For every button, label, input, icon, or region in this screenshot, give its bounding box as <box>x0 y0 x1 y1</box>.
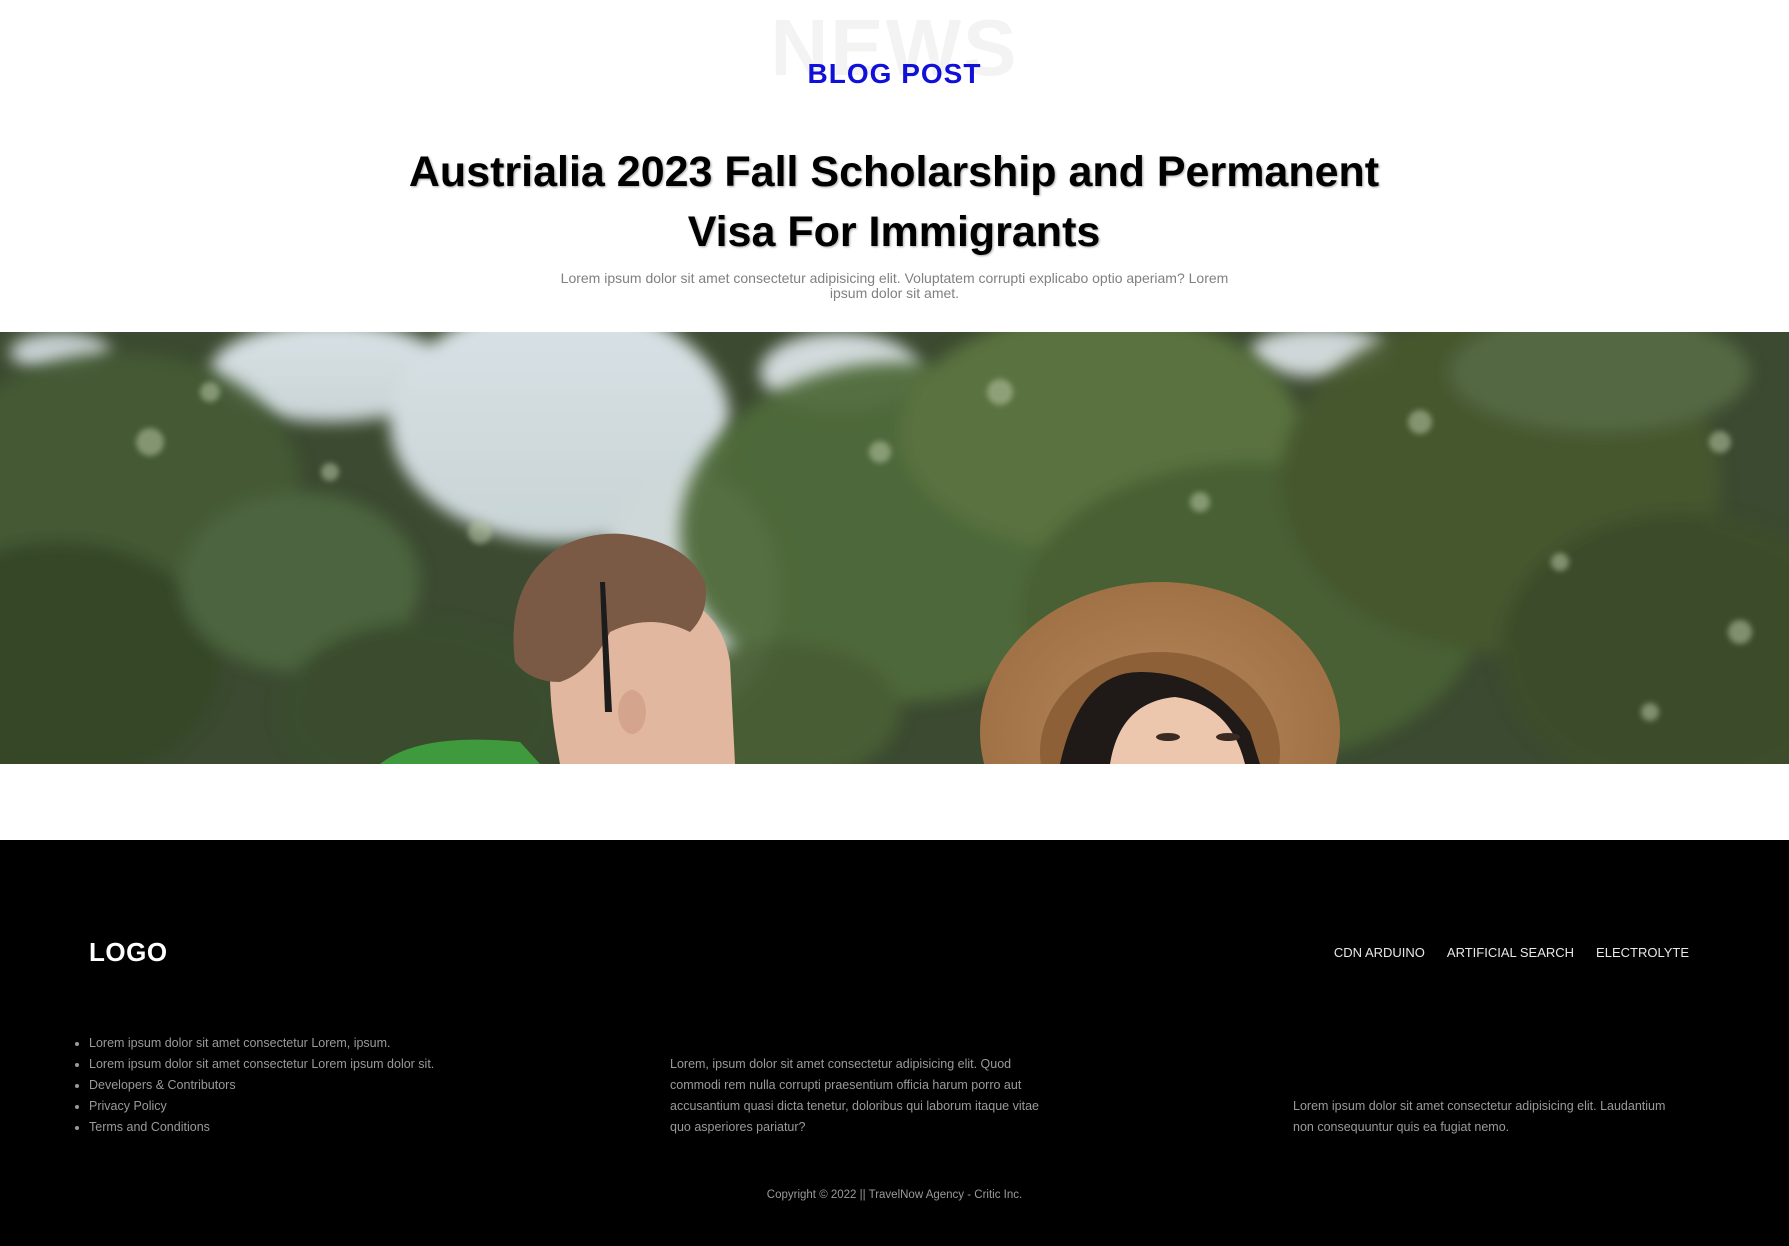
footer-logo[interactable]: LOGO <box>89 937 168 968</box>
list-item: Lorem ipsum dolor sit amet consectetur L… <box>89 1054 434 1075</box>
footer-column-text-secondary: Lorem ipsum dolor sit amet consectetur a… <box>1293 1099 1666 1134</box>
post-subtitle: Lorem ipsum dolor sit amet consectetur a… <box>560 270 1229 301</box>
footer-column-text: Lorem, ipsum dolor sit amet consectetur … <box>670 1057 1039 1134</box>
post-title: Austrialia 2023 Fall Scholarship and Per… <box>408 148 1380 256</box>
footer-link-terms[interactable]: Terms and Conditions <box>89 1120 210 1134</box>
section-eyebrow: BLOG POST <box>807 58 982 89</box>
copyright-notice: Copyright © 2022 || TravelNow Agency - C… <box>766 1189 1023 1201</box>
footer-links-list: Lorem ipsum dolor sit amet consectetur L… <box>89 1033 434 1138</box>
site-footer: LOGO CDN ARDUINO ARTIFICIAL SEARCH ELECT… <box>0 840 1789 1246</box>
blog-hero: NEWS BLOG POST Austrialia 2023 Fall Scho… <box>0 0 1789 332</box>
list-item: Developers & Contributors <box>89 1075 434 1096</box>
footer-nav-artificial-search[interactable]: ARTIFICIAL SEARCH <box>1447 945 1574 960</box>
footer-link-privacy-policy[interactable]: Privacy Policy <box>89 1099 167 1113</box>
hero-photo <box>0 332 1789 764</box>
footer-link[interactable]: Lorem ipsum dolor sit amet consectetur L… <box>89 1036 391 1050</box>
footer-nav-electrolyte[interactable]: ELECTROLYTE <box>1596 945 1689 960</box>
footer-link-developers[interactable]: Developers & Contributors <box>89 1078 236 1092</box>
list-item: Privacy Policy <box>89 1096 434 1117</box>
footer-nav-cdn-arduino[interactable]: CDN ARDUINO <box>1334 945 1425 960</box>
list-item: Lorem ipsum dolor sit amet consectetur L… <box>89 1033 434 1054</box>
couple-under-trees-image <box>0 332 1789 764</box>
list-item: Terms and Conditions <box>89 1117 434 1138</box>
footer-link[interactable]: Lorem ipsum dolor sit amet consectetur L… <box>89 1057 434 1071</box>
footer-nav: CDN ARDUINO ARTIFICIAL SEARCH ELECTROLYT… <box>1334 945 1689 960</box>
